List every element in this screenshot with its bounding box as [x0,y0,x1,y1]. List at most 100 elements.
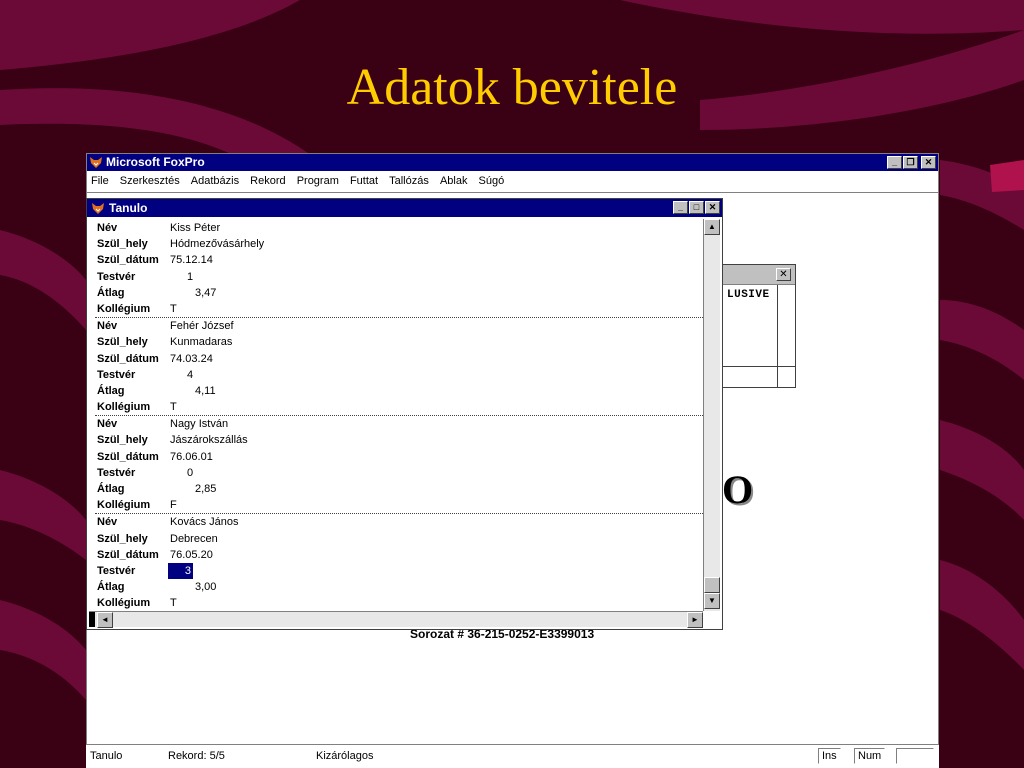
menu-szerkesztes[interactable]: Szerkesztés [120,171,180,192]
divider [723,366,795,367]
menu-futtat[interactable]: Futtat [350,171,378,192]
field-value-atlag[interactable]: 4,11 [195,383,216,399]
field-value-testver[interactable]: 0 [187,465,193,481]
menu-adatbazis[interactable]: Adatbázis [191,171,239,192]
field-row-szul_datum: Szül_dátum 74.03.24 [95,351,705,367]
field-label: Szül_dátum [97,548,159,561]
record-block: Név Fehér József Szül_hely Kunmadaras Szül_d… [95,318,705,417]
field-row-szul_datum: Szül_dátum 76.05.20 [95,547,705,563]
field-label: Átlag [97,384,125,397]
record-block: Név Kiss Péter Szül_hely Hódmezővásárhely Sz… [95,220,705,319]
divider [777,285,778,387]
field-value-szul_hely[interactable]: Hódmezővásárhely [170,236,264,252]
menu-sugo[interactable]: Súgó [479,171,505,192]
field-value-kollegium[interactable]: T [170,399,177,415]
status-bar: Tanulo Rekord: 5/5 Kizárólagos Ins Num [86,744,939,768]
background-big-letter: O [722,467,754,512]
field-value-szul_datum[interactable]: 75.12.14 [170,252,213,268]
field-label: Testvér [97,564,136,577]
field-row-szul_hely: Szül_hely Kunmadaras [95,334,705,350]
vertical-scrollbar[interactable]: ▲ ▼ [703,219,720,611]
field-value-szul_hely[interactable]: Jászárokszállás [170,432,248,448]
background-window-text: LUSIVE [727,289,770,301]
maximize-icon[interactable]: □ [689,201,704,214]
field-row-atlag: Átlag 3,00 [95,579,705,595]
field-row-atlag: Átlag 4,11 [95,383,705,399]
background-window[interactable]: ✕ LUSIVE [722,264,796,388]
field-value-atlag[interactable]: 3,47 [195,285,216,301]
field-label: Szül_hely [97,532,148,545]
menu-tallozas[interactable]: Tallózás [389,171,429,192]
field-row-kollegium: Kollégium T [95,399,705,415]
field-row-szul_hely: Szül_hely Hódmezővásárhely [95,236,705,252]
field-row-testver: Testvér 0 [95,465,705,481]
background-window-titlebar[interactable]: ✕ [723,265,795,285]
status-num: Num [854,748,886,764]
restore-icon[interactable]: ❐ [903,156,918,169]
foxpro-fox-icon [90,157,102,168]
field-label: Testvér [97,466,136,479]
arrow-left-icon[interactable]: ◄ [97,612,113,628]
field-value-nev[interactable]: Fehér József [170,318,234,334]
field-label: Kollégium [97,597,151,610]
menu-program[interactable]: Program [297,171,339,192]
status-ins: Ins [818,748,841,764]
field-value-nev[interactable]: Kovács János [170,514,238,530]
field-value-testver[interactable]: 3 [168,562,193,579]
browse-title: Tanulo [109,201,148,215]
field-row-kollegium: Kollégium F [95,497,705,513]
field-label: Név [97,320,118,333]
field-value-nev[interactable]: Kiss Péter [170,220,220,236]
field-value-szul_hely[interactable]: Debrecen [170,531,218,547]
field-value-kollegium[interactable]: T [170,595,177,610]
field-value-szul_datum[interactable]: 74.03.24 [170,351,213,367]
tanulo-browse-window[interactable]: Tanulo _ □ ✕ Név Kiss Péter Szül_hely Hódme… [86,198,723,630]
horizontal-scrollbar[interactable]: ◄ ► [89,611,703,628]
field-label: Szül_hely [97,336,148,349]
field-value-szul_datum[interactable]: 76.05.20 [170,547,213,563]
menu-rekord[interactable]: Rekord [250,171,285,192]
minimize-icon[interactable]: _ [887,156,902,169]
field-row-testver: Testvér 1 [95,269,705,285]
partition-splitter[interactable] [89,612,95,627]
field-label: Testvér [97,368,136,381]
browse-titlebar[interactable]: Tanulo _ □ ✕ [87,199,722,217]
arrow-up-icon[interactable]: ▲ [704,219,720,235]
field-row-kollegium: Kollégium T [95,301,705,317]
arrow-down-icon[interactable]: ▼ [704,593,720,609]
field-value-kollegium[interactable]: T [170,301,177,317]
app-titlebar[interactable]: Microsoft FoxPro _ ❐ ✕ [87,154,938,171]
field-row-testver: Testvér 3 [95,562,705,579]
field-label: Szül_hely [97,238,148,251]
close-icon[interactable]: ✕ [921,156,936,169]
scroll-thumb[interactable] [704,577,720,593]
field-row-nev: Név Kovács János [95,514,705,530]
field-row-atlag: Átlag 2,85 [95,481,705,497]
close-icon[interactable]: ✕ [705,201,720,214]
field-label: Átlag [97,286,125,299]
field-label: Átlag [97,581,125,594]
field-row-nev: Név Kiss Péter [95,220,705,236]
field-value-szul_datum[interactable]: 76.06.01 [170,449,213,465]
record-list: Név Kiss Péter Szül_hely Hódmezővásárhely Sz… [95,220,705,610]
status-empty-box [896,748,934,764]
field-label: Kollégium [97,401,151,414]
menu-file[interactable]: File [91,171,109,192]
field-value-nev[interactable]: Nagy István [170,416,228,432]
field-row-nev: Név Nagy István [95,416,705,432]
status-table: Tanulo [90,750,123,762]
close-icon[interactable]: ✕ [776,268,791,281]
arrow-right-icon[interactable]: ► [687,612,703,628]
field-value-atlag[interactable]: 3,00 [195,579,216,595]
field-value-atlag[interactable]: 2,85 [195,481,216,497]
menu-ablak[interactable]: Ablak [440,171,468,192]
field-value-testver[interactable]: 4 [187,367,193,383]
field-value-szul_hely[interactable]: Kunmadaras [170,334,232,350]
field-label: Szül_dátum [97,254,159,267]
field-label: Testvér [97,270,136,283]
field-value-testver[interactable]: 1 [187,269,193,285]
field-value-kollegium[interactable]: F [170,497,177,513]
minimize-icon[interactable]: _ [673,201,688,214]
record-block: Név Nagy István Szül_hely Jászárokszállás Sz… [95,416,705,515]
field-label: Szül_hely [97,434,148,447]
